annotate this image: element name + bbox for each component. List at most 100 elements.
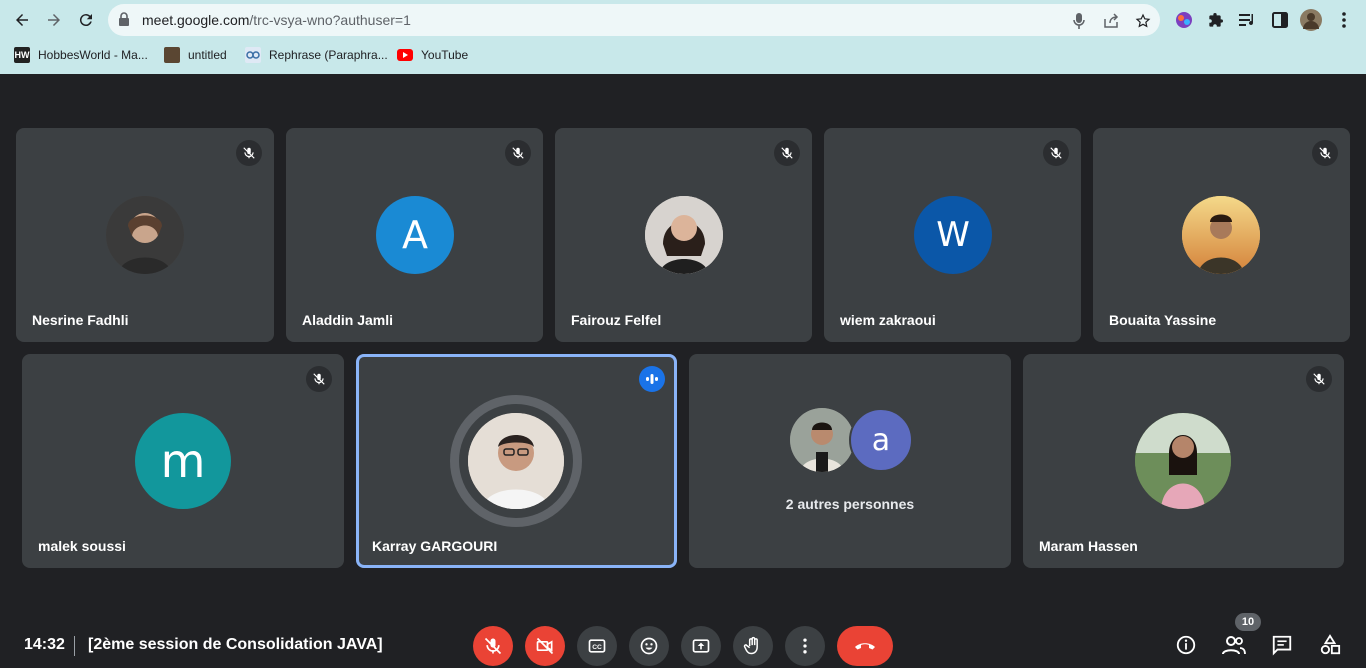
participant-tile-bouaita-yassine[interactable]: Bouaita Yassine bbox=[1093, 128, 1350, 342]
side-panel-icon[interactable] bbox=[1269, 9, 1291, 31]
others-avatar-letter: a bbox=[849, 408, 913, 472]
mic-off-icon bbox=[306, 366, 332, 392]
meeting-details-button[interactable] bbox=[1173, 632, 1199, 658]
svg-text:CC: CC bbox=[592, 644, 602, 651]
hand-icon bbox=[743, 636, 758, 655]
participant-tile-maram-hassen[interactable]: Maram Hassen bbox=[1023, 354, 1344, 568]
participant-name: Nesrine Fadhli bbox=[32, 312, 129, 328]
participant-tile-aladdin-jamli[interactable]: A Aladdin Jamli bbox=[286, 128, 543, 342]
avatar-photo bbox=[468, 413, 564, 509]
divider bbox=[74, 636, 75, 656]
bookmark-rephrase[interactable]: Rephrase (Paraphra... bbox=[245, 46, 388, 64]
bookmark-untitled[interactable]: untitled bbox=[164, 46, 227, 64]
avatar-letter: m bbox=[135, 413, 231, 509]
extension-colorful-icon[interactable] bbox=[1173, 9, 1195, 31]
more-options-button[interactable] bbox=[785, 626, 825, 666]
lock-icon bbox=[118, 12, 130, 31]
url-host: meet.google.com bbox=[142, 12, 250, 28]
browser-chrome: meet.google.com/trc-vsya-wno?authuser=1 … bbox=[0, 0, 1366, 74]
people-button[interactable] bbox=[1221, 632, 1247, 658]
avatar-photo bbox=[1135, 413, 1231, 509]
bookmark-star-icon[interactable] bbox=[1134, 12, 1152, 30]
raise-hand-button[interactable] bbox=[733, 626, 773, 666]
avatar-letter: W bbox=[914, 196, 992, 274]
toggle-camera-button[interactable] bbox=[525, 626, 565, 666]
extensions-puzzle-icon[interactable] bbox=[1205, 9, 1227, 31]
participant-tile-karray-gargouri[interactable]: Karray GARGOURI bbox=[356, 354, 677, 568]
reactions-button[interactable] bbox=[629, 626, 669, 666]
toggle-mic-button[interactable] bbox=[473, 626, 513, 666]
meeting-clock: 14:32 bbox=[24, 636, 65, 653]
leave-call-button[interactable] bbox=[837, 626, 893, 666]
bookmark-label: YouTube bbox=[421, 48, 469, 62]
more-vert-icon bbox=[803, 638, 807, 654]
participant-name: Fairouz Felfel bbox=[571, 312, 662, 328]
chat-icon bbox=[1272, 635, 1292, 656]
others-label: 2 autres personnes bbox=[785, 496, 915, 512]
activities-button[interactable] bbox=[1317, 632, 1343, 658]
call-end-icon bbox=[855, 643, 875, 650]
others-avatar-photo bbox=[790, 408, 854, 472]
participant-name: Aladdin Jamli bbox=[302, 312, 394, 328]
untitled-favicon-icon bbox=[164, 47, 180, 63]
back-button[interactable] bbox=[10, 8, 34, 32]
participant-name: Bouaita Yassine bbox=[1109, 312, 1217, 328]
avatar-photo bbox=[106, 196, 184, 274]
bookmark-label: untitled bbox=[188, 48, 227, 62]
bookmarks-bar: HW HobbesWorld - Ma... untitled Rephrase… bbox=[0, 42, 1366, 68]
shapes-icon bbox=[1320, 634, 1341, 655]
bookmark-hobbesworld[interactable]: HW HobbesWorld - Ma... bbox=[14, 46, 148, 64]
participant-name: Maram Hassen bbox=[1039, 538, 1138, 554]
youtube-favicon-icon bbox=[397, 47, 413, 63]
arrow-left-icon bbox=[16, 14, 28, 26]
participant-tile-wiem-zakraoui[interactable]: W wiem zakraoui bbox=[824, 128, 1081, 342]
avatar-letter: A bbox=[376, 196, 454, 274]
mic-off-icon bbox=[1043, 140, 1069, 166]
participant-tile-nesrine-fadhli[interactable]: Nesrine Fadhli bbox=[16, 128, 274, 342]
meeting-toolbar: 14:32 [2ème session de Consolidation JAV… bbox=[0, 620, 1366, 668]
present-icon bbox=[692, 639, 710, 653]
mic-off-icon bbox=[774, 140, 800, 166]
mic-off-icon bbox=[1306, 366, 1332, 392]
address-bar[interactable]: meet.google.com/trc-vsya-wno?authuser=1 bbox=[108, 4, 1160, 36]
emoji-icon bbox=[640, 637, 658, 655]
mic-off-icon bbox=[236, 140, 262, 166]
media-control-icon[interactable] bbox=[1237, 9, 1259, 31]
url-text: meet.google.com/trc-vsya-wno?authuser=1 bbox=[142, 12, 411, 28]
mic-off-icon bbox=[1312, 140, 1338, 166]
closed-captions-icon: CC bbox=[588, 639, 606, 653]
forward-button[interactable] bbox=[42, 8, 66, 32]
arrow-right-icon bbox=[48, 14, 60, 26]
camera-off-icon bbox=[536, 637, 554, 655]
bookmark-label: Rephrase (Paraphra... bbox=[269, 48, 388, 62]
url-path: /trc-vsya-wno?authuser=1 bbox=[249, 12, 411, 28]
participant-tile-fairouz-felfel[interactable]: Fairouz Felfel bbox=[555, 128, 812, 342]
microphone-icon[interactable] bbox=[1070, 12, 1088, 30]
others-tile[interactable]: a 2 autres personnes bbox=[689, 354, 1011, 568]
participant-name: wiem zakraoui bbox=[840, 312, 936, 328]
speaking-indicator-icon bbox=[639, 366, 665, 392]
avatar-photo bbox=[645, 196, 723, 274]
people-icon bbox=[1222, 636, 1246, 655]
participant-count-badge: 10 bbox=[1235, 613, 1261, 631]
mic-off-icon bbox=[484, 637, 502, 655]
captions-button[interactable]: CC bbox=[577, 626, 617, 666]
info-icon bbox=[1176, 635, 1196, 655]
share-icon[interactable] bbox=[1102, 12, 1120, 30]
browser-menu-icon[interactable] bbox=[1333, 9, 1355, 31]
participant-name: malek soussi bbox=[38, 538, 126, 554]
reload-button[interactable] bbox=[74, 8, 98, 32]
bookmark-label: HobbesWorld - Ma... bbox=[38, 48, 148, 62]
meeting-title: [2ème session de Consolidation JAVA] bbox=[88, 636, 383, 653]
avatar-photo bbox=[1182, 196, 1260, 274]
reload-icon bbox=[79, 14, 92, 27]
bookmark-youtube[interactable]: YouTube bbox=[397, 46, 468, 64]
present-screen-button[interactable] bbox=[681, 626, 721, 666]
chat-button[interactable] bbox=[1269, 632, 1295, 658]
hobbesworld-favicon-icon: HW bbox=[14, 47, 30, 63]
rephrase-favicon-icon bbox=[245, 47, 261, 63]
participant-tile-malek-soussi[interactable]: m malek soussi bbox=[22, 354, 344, 568]
mic-off-icon bbox=[505, 140, 531, 166]
profile-avatar[interactable] bbox=[1300, 9, 1322, 31]
participant-name: Karray GARGOURI bbox=[372, 538, 498, 554]
